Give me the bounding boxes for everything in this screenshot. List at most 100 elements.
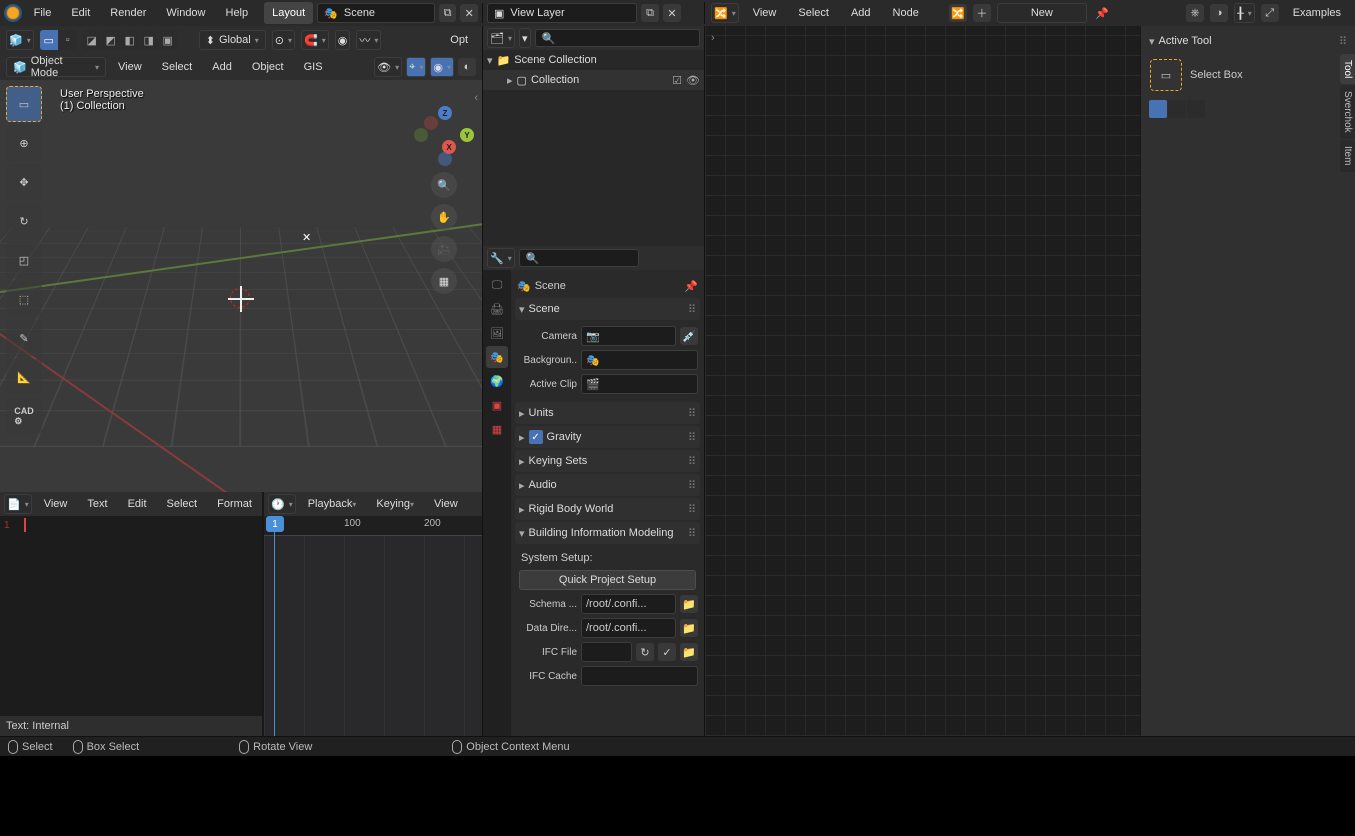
tl-playback[interactable]: Playback ▾ <box>300 493 365 515</box>
panel-scene[interactable]: ▾Scene⠿ <box>515 298 700 320</box>
ifc-check[interactable]: ✓ <box>658 643 676 661</box>
node-pin-icon[interactable]: 🔀 <box>949 4 967 22</box>
orientation-dropdown[interactable]: ⬍Global▾ <box>199 30 266 50</box>
ifc-browse[interactable]: 📁 <box>680 643 698 661</box>
pan-btn[interactable]: ✋ <box>431 204 457 230</box>
outliner-scene-collection[interactable]: ▾📁 Scene Collection <box>483 50 704 70</box>
gravity-checkbox[interactable]: ✓ <box>529 430 543 444</box>
camera-eyedrop[interactable]: 💉 <box>680 327 698 345</box>
overlays-toggle[interactable]: ◉▾ <box>430 57 454 77</box>
camera-btn[interactable]: 🎥 <box>431 236 457 262</box>
outliner-display[interactable]: ▾ <box>519 28 531 48</box>
orientation-gizmo[interactable] <box>414 106 474 166</box>
select-mode-3[interactable]: ◧ <box>121 30 139 50</box>
viewlayer-selector[interactable]: ▣View Layer <box>487 3 637 23</box>
vp-menu-add[interactable]: Add <box>204 56 240 78</box>
datadir-browse[interactable]: 📁 <box>680 619 698 637</box>
examples-menu[interactable]: Examples <box>1285 2 1349 24</box>
new-scene-btn[interactable]: ⧉ <box>439 4 457 22</box>
new-layer-btn[interactable]: ⧉ <box>641 4 659 22</box>
tab-collection[interactable]: ▣ <box>486 394 508 416</box>
tool-select-box[interactable]: ▭ <box>6 86 42 122</box>
select-box-icon[interactable]: ▭ <box>40 30 58 50</box>
proportional-curve[interactable]: 〰▾ <box>356 30 381 50</box>
panel-bim[interactable]: ▾Building Information Modeling⠿ <box>515 522 700 544</box>
ntab-sverchok[interactable]: Sverchok <box>1340 85 1355 139</box>
editor-type-outliner[interactable]: 🗂▾ <box>487 28 515 48</box>
tool-cad[interactable]: CAD⚙ <box>6 398 42 434</box>
node-menu-view[interactable]: View <box>745 2 785 24</box>
node-new-btn[interactable]: New <box>997 3 1087 23</box>
playhead[interactable]: 1 <box>274 516 275 736</box>
ifccache-field[interactable] <box>581 666 698 686</box>
delete-scene-btn[interactable]: ✕ <box>460 4 478 22</box>
scene-selector[interactable]: 🎭Scene <box>317 3 435 23</box>
node-menu-add[interactable]: Add <box>843 2 879 24</box>
select-mode-2[interactable]: ◩ <box>102 30 120 50</box>
te-select[interactable]: Select <box>159 493 206 515</box>
node-editor[interactable]: › <box>705 26 1140 736</box>
panel-rigid[interactable]: ▸Rigid Body World⠿ <box>515 498 700 520</box>
tool-transform[interactable]: ⬚ <box>6 281 42 317</box>
datadir-field[interactable]: /root/.confi... <box>581 618 676 638</box>
te-edit[interactable]: Edit <box>120 493 155 515</box>
select-mode-pills[interactable] <box>1149 100 1347 118</box>
tl-view[interactable]: View <box>426 493 466 515</box>
menu-help[interactable]: Help <box>218 2 257 24</box>
pin-icon[interactable]: 📌 <box>1093 4 1111 22</box>
tool-scale[interactable]: ◰ <box>6 242 42 278</box>
eye-icon[interactable]: 👁 <box>686 74 700 87</box>
exclude-icon[interactable]: ☑ <box>672 74 682 87</box>
editor-type-node[interactable]: 🔀▾ <box>711 3 739 23</box>
schema-browse[interactable]: 📁 <box>680 595 698 613</box>
ntab-tool[interactable]: Tool <box>1340 54 1355 84</box>
vp-menu-gis[interactable]: GIS <box>296 56 331 78</box>
3d-viewport[interactable]: 🧊▾ ▭ ▫ ◪ ◩ ◧ ◨ ▣ ⬍Global▾ ⊙▾ 🧲▾ <box>0 26 482 492</box>
menu-render[interactable]: Render <box>102 2 154 24</box>
te-view[interactable]: View <box>36 493 76 515</box>
schema-field[interactable]: /root/.confi... <box>581 594 676 614</box>
workspace-tab-layout[interactable]: Layout <box>264 2 313 24</box>
menu-edit[interactable]: Edit <box>63 2 98 24</box>
active-tool-panel[interactable]: ▾Active Tool⠿ <box>1145 30 1351 52</box>
panel-audio[interactable]: ▸Audio⠿ <box>515 474 700 496</box>
tab-texture[interactable]: ▦ <box>486 418 508 440</box>
clip-field[interactable]: 🎬 <box>581 374 698 394</box>
viewport-options[interactable]: Opt <box>442 29 476 51</box>
vp-menu-select[interactable]: Select <box>154 56 201 78</box>
tool-measure[interactable]: 📐 <box>6 359 42 395</box>
panel-gravity[interactable]: ▸✓Gravity⠿ <box>515 426 700 448</box>
tool-move[interactable]: ✥ <box>6 164 42 200</box>
tool-rotate[interactable]: ↻ <box>6 203 42 239</box>
snap-icon[interactable]: ⎈ <box>1186 4 1204 22</box>
ifc-reload[interactable]: ↻ <box>636 643 654 661</box>
te-text[interactable]: Text <box>79 493 115 515</box>
gizmo-toggle[interactable]: ⌖▾ <box>406 57 426 77</box>
editor-type-properties[interactable]: 🔧▾ <box>487 248 515 268</box>
select-extend-icon[interactable]: ▫ <box>59 30 77 50</box>
tool-annotate[interactable]: ✎ <box>6 320 42 356</box>
camera-field[interactable]: 📷 <box>581 326 676 346</box>
timeline-body[interactable]: 100 200 1 <box>264 516 482 736</box>
properties-search[interactable]: 🔍 <box>519 249 639 267</box>
tool-cursor[interactable]: ⊕ <box>6 125 42 161</box>
pivot-dropdown[interactable]: ⊙▾ <box>272 30 295 50</box>
select-mode-5[interactable]: ▣ <box>159 30 177 50</box>
proportional-toggle[interactable]: ◉ <box>335 30 351 50</box>
tl-keying[interactable]: Keying ▾ <box>368 493 422 515</box>
expand-icon[interactable]: ⤢ <box>1261 4 1279 22</box>
mode-dropdown[interactable]: 🧊Object Mode▾ <box>6 57 106 77</box>
outliner-collection[interactable]: ▸▢ Collection ☑ 👁 <box>483 70 704 90</box>
node-add-btn[interactable]: ＋ <box>973 4 991 22</box>
delete-layer-btn[interactable]: ✕ <box>663 4 681 22</box>
tab-world[interactable]: 🌍 <box>486 370 508 392</box>
editor-type-text[interactable]: 📄▾ <box>4 494 32 514</box>
snap-toggle[interactable]: 🧲▾ <box>301 30 329 50</box>
ortho-btn[interactable]: ▦ <box>431 268 457 294</box>
vp-menu-view[interactable]: View <box>110 56 150 78</box>
outliner-search[interactable]: 🔍 <box>535 29 700 47</box>
bg-field[interactable]: 🎭 <box>581 350 698 370</box>
menu-window[interactable]: Window <box>158 2 213 24</box>
quick-setup-btn[interactable]: Quick Project Setup <box>519 570 696 590</box>
vp-menu-object[interactable]: Object <box>244 56 292 78</box>
